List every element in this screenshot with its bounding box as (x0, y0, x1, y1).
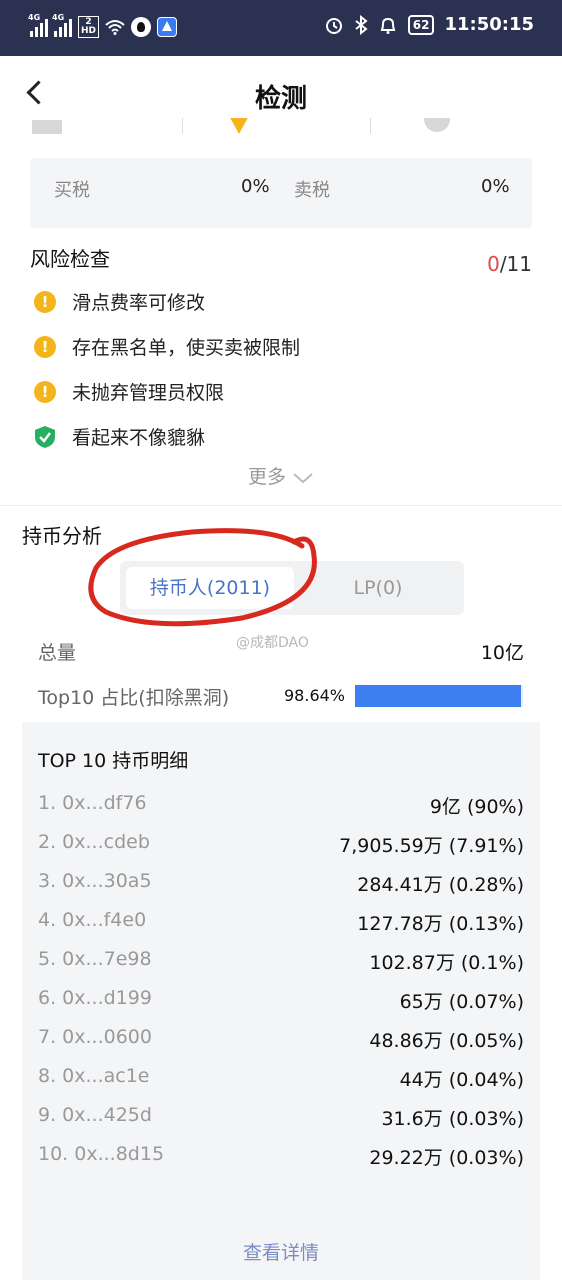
holder-amount: 29.22万 (0.03%) (369, 1147, 524, 1169)
network-type-label: 4G (52, 13, 65, 22)
status-bar: 4G 4G 2 HD 62 11:50:15 (0, 0, 562, 56)
top10-share-value: 98.64% (284, 686, 346, 705)
holder-address: 2. 0x...cdeb (38, 831, 150, 853)
watermark: @成都DAO (236, 635, 309, 651)
top10-progress-bar (355, 685, 523, 707)
risk-item: ! 未抛弃管理员权限 (34, 378, 224, 405)
network-type-label: 4G (28, 13, 41, 22)
sell-tax-label: 卖税 (294, 180, 330, 201)
chevron-down-icon (293, 472, 313, 483)
top10-share-label: Top10 占比(扣除黑洞) (38, 687, 230, 709)
more-label: 更多 (247, 466, 286, 488)
holder-address: 3. 0x...30a5 (38, 870, 152, 892)
warning-icon: ! (34, 335, 56, 358)
holder-address: 6. 0x...d199 (38, 987, 152, 1009)
summary-divider (370, 118, 371, 134)
tax-panel: 买税 0% 卖税 0% (30, 158, 532, 228)
alarm-icon (325, 17, 342, 34)
top10-progress-fill (355, 685, 521, 707)
signal-icon: 4G (28, 13, 48, 37)
top10-detail-title: TOP 10 持币明细 (38, 750, 189, 772)
risk-item: ! 滑点费率可修改 (34, 288, 205, 315)
risk-count-total: /11 (499, 252, 532, 276)
hd-badge: 2 HD (78, 16, 100, 38)
abnormal-icon (226, 118, 252, 134)
low-risk-icon (32, 120, 62, 134)
holder-row: 10. 0x...8d15 29.22万 (0.03%) (38, 1143, 524, 1173)
holder-row: 7. 0x...0600 48.86万 (0.05%) (38, 1026, 524, 1056)
risk-count-found: 0 (487, 252, 500, 276)
holder-row: 8. 0x...ac1e 44万 (0.04%) (38, 1065, 524, 1095)
holder-address: 5. 0x...7e98 (38, 948, 152, 970)
battery-indicator: 62 (407, 14, 435, 35)
risk-item: ! 存在黑名单，使买卖被限制 (34, 333, 300, 360)
wifi-icon (105, 20, 125, 35)
navigation-app-icon (157, 17, 178, 37)
warning-icon: ! (34, 290, 56, 313)
bell-icon (380, 17, 396, 34)
risk-item-label: 未抛弃管理员权限 (72, 382, 225, 404)
total-supply-value: 10亿 (480, 642, 524, 664)
holder-amount: 127.78万 (0.13%) (357, 913, 524, 935)
holder-amount: 7,905.59万 (7.91%) (339, 835, 524, 857)
holder-row: 5. 0x...7e98 102.87万 (0.1%) (38, 948, 524, 978)
holder-address: 1. 0x...df76 (38, 792, 147, 814)
holder-amount: 48.86万 (0.05%) (369, 1030, 524, 1052)
holder-amount: 102.87万 (0.1%) (369, 952, 524, 974)
scrolled-summary-row (0, 118, 562, 134)
holder-amount: 284.41万 (0.28%) (357, 874, 524, 896)
buy-tax-label: 买税 (54, 180, 90, 201)
risk-item-label: 看起来不像貔貅 (72, 427, 206, 449)
sell-tax-value: 0% (481, 176, 510, 197)
holder-address: 4. 0x...f4e0 (38, 909, 147, 931)
shield-check-icon (35, 425, 55, 448)
clock: 11:50:15 (444, 14, 534, 35)
holder-row: 4. 0x...f4e0 127.78万 (0.13%) (38, 909, 524, 939)
holder-row: 2. 0x...cdeb 7,905.59万 (7.91%) (38, 831, 524, 861)
risk-item-label: 滑点费率可修改 (72, 292, 206, 314)
holder-row: 1. 0x...df76 9亿 (90%) (38, 792, 524, 822)
holder-row: 3. 0x...30a5 284.41万 (0.28%) (38, 870, 524, 900)
risk-count: 0/11 (487, 252, 532, 276)
warning-icon: ! (34, 380, 56, 403)
bluetooth-icon (355, 14, 368, 35)
view-details-link[interactable]: 查看详情 (22, 1238, 540, 1265)
risk-check-title: 风险检查 (30, 247, 110, 271)
holder-amount: 31.6万 (0.03%) (381, 1108, 524, 1130)
risk-item-label: 存在黑名单，使买卖被限制 (72, 337, 301, 359)
top10-detail-panel: TOP 10 持币明细 1. 0x...df76 9亿 (90%) 2. 0x..… (22, 722, 540, 1280)
more-button[interactable]: 更多 (0, 462, 562, 489)
holder-row: 9. 0x...425d 31.6万 (0.03%) (38, 1104, 524, 1134)
total-supply-label: 总量 (38, 642, 77, 664)
holder-row: 6. 0x...d199 65万 (0.07%) (38, 987, 524, 1017)
status-right: 62 11:50:15 (324, 14, 534, 35)
qq-icon (131, 17, 152, 37)
risk-item: 看起来不像貔貅 (34, 423, 205, 450)
page-title: 检测 (254, 84, 307, 114)
holder-address: 7. 0x...0600 (38, 1026, 152, 1048)
status-left: 4G 4G 2 HD (28, 13, 178, 38)
holder-address: 10. 0x...8d15 (38, 1143, 165, 1165)
attention-icon (424, 118, 450, 132)
signal-icon: 4G (52, 13, 72, 37)
section-divider (0, 505, 562, 506)
buy-tax-value: 0% (241, 176, 270, 197)
summary-divider (182, 118, 183, 134)
hand-drawn-circle-annotation (88, 528, 317, 627)
holder-amount: 44万 (0.04%) (399, 1069, 524, 1091)
holder-address: 9. 0x...425d (38, 1104, 152, 1126)
holder-amount: 65万 (0.07%) (399, 991, 524, 1013)
holder-amount: 9亿 (90%) (429, 796, 524, 818)
hd-badge-bottom: HD (81, 26, 97, 36)
holder-address: 8. 0x...ac1e (38, 1065, 150, 1087)
